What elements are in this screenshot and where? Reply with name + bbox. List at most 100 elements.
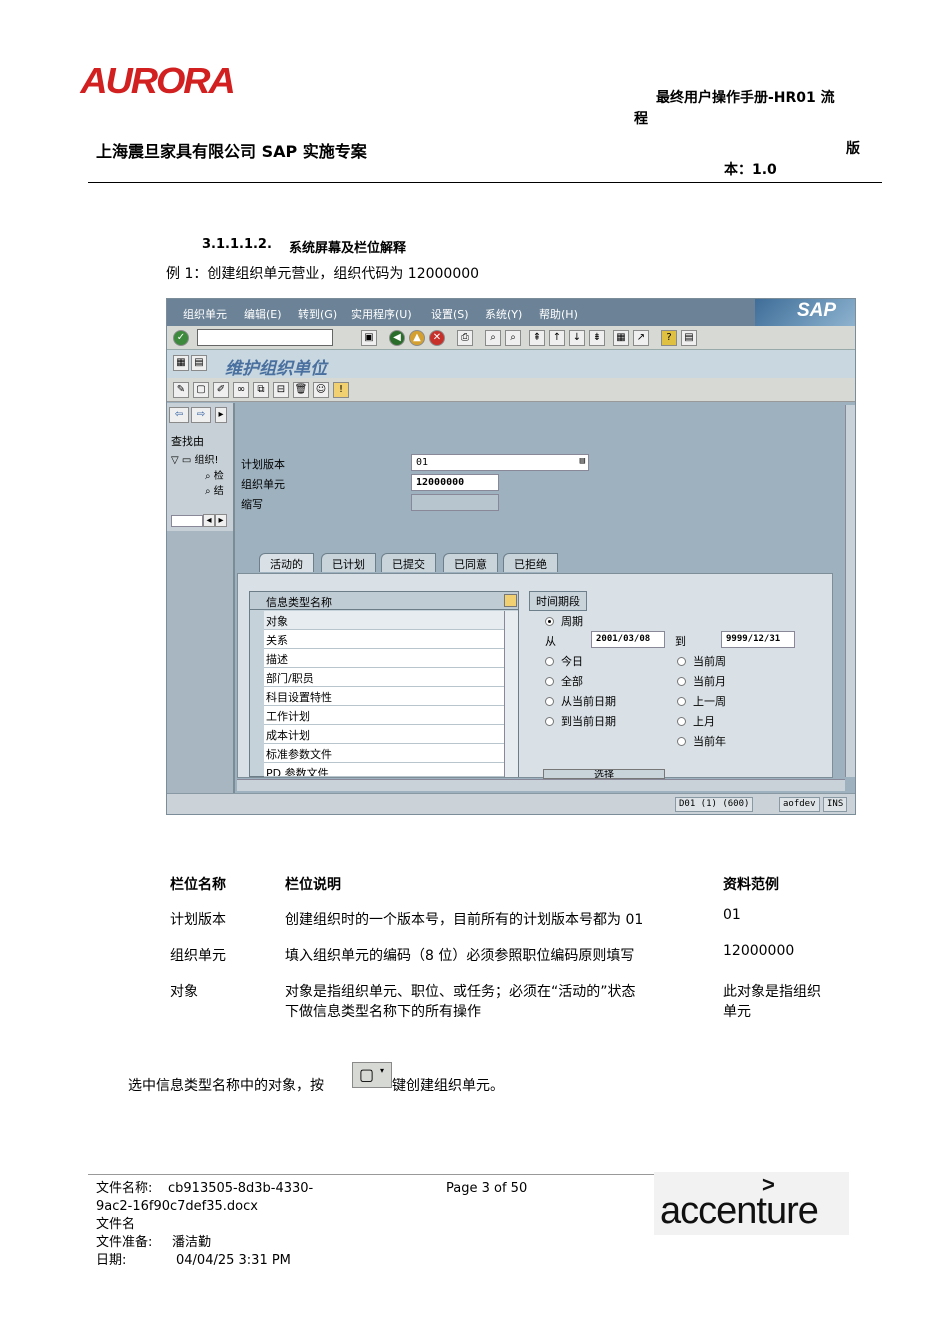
arrow-left-icon[interactable]: ⇦ — [169, 407, 189, 423]
from-label: 从 — [545, 635, 556, 648]
option-today: 今日 — [561, 655, 583, 668]
delete-icon[interactable]: 🗑 — [293, 382, 309, 398]
scroll-left-icon[interactable]: ◂ — [203, 514, 215, 527]
back-icon[interactable]: ◀ — [389, 330, 405, 346]
create-button[interactable]: ▢ ▾ — [352, 1062, 392, 1088]
system-info: D01 (1) (600) — [675, 797, 754, 812]
radio-last-month[interactable] — [677, 717, 686, 726]
menu-org-unit[interactable]: 组织单元 — [183, 306, 227, 322]
date-label: 日期: — [96, 1253, 127, 1268]
menu-goto[interactable]: 转到(G) — [298, 306, 337, 322]
tree-child-structure[interactable]: ⌕ 结 — [205, 482, 224, 497]
menu-utilities[interactable]: 实用程序(U) — [351, 306, 412, 322]
main-vscroll[interactable] — [845, 405, 855, 777]
edit-icon[interactable]: ✐ — [213, 382, 229, 398]
select-button[interactable]: 选择 — [543, 769, 665, 779]
overview-icon[interactable]: ▦ — [173, 355, 189, 371]
save-icon[interactable]: ▣ — [361, 330, 377, 346]
radio-today[interactable] — [545, 657, 554, 666]
grid-row[interactable]: 部门/职员 — [264, 668, 504, 687]
first-page-icon[interactable]: ⇞ — [529, 330, 545, 346]
accenture-wordmark: accenture — [660, 1190, 819, 1232]
command-field[interactable] — [197, 329, 333, 346]
radio-last-week[interactable] — [677, 697, 686, 706]
grid-row[interactable]: 关系 — [264, 630, 504, 649]
period-box: 时间期段 周期 从 2001/03/08 到 9999/12/31 今日 全部 … — [529, 591, 803, 779]
tree-child-search[interactable]: ⌕ 检 — [205, 467, 224, 482]
shortcut-icon[interactable]: ↗ — [633, 330, 649, 346]
tab-planned[interactable]: 已计划 — [321, 553, 376, 572]
accenture-logo: > accenture — [654, 1172, 849, 1235]
find-next-icon[interactable]: ⌕ — [505, 330, 521, 346]
radio-all[interactable] — [545, 677, 554, 686]
radio-current-month[interactable] — [677, 677, 686, 686]
tab-rejected[interactable]: 已拒绝 — [503, 553, 558, 572]
left-hscroll[interactable] — [171, 515, 203, 527]
grid-settings-icon[interactable] — [504, 594, 517, 607]
help-icon[interactable]: ? — [661, 330, 677, 346]
radio-current-year[interactable] — [677, 737, 686, 746]
prepared-label: 文件准备: — [96, 1235, 153, 1250]
grid-row[interactable]: 工作计划 — [264, 706, 504, 725]
to-date-field[interactable]: 9999/12/31 — [721, 631, 795, 648]
grid-row[interactable]: PD 参数文件 — [264, 763, 504, 777]
row3-example-cont: 单元 — [723, 1004, 751, 1020]
list-icon[interactable]: ▤ — [191, 355, 207, 371]
row3-example: 此对象是指组织 — [723, 984, 821, 1000]
option-current-month: 当前月 — [693, 675, 726, 688]
grid-row[interactable]: 标准参数文件 — [264, 744, 504, 763]
print-icon[interactable]: ⎙ — [457, 330, 473, 346]
tab-active[interactable]: 活动的 — [259, 553, 314, 572]
layout-icon[interactable]: ▤ — [681, 330, 697, 346]
next-page-icon[interactable]: ↓ — [569, 330, 585, 346]
row1-desc: 创建组织时的一个版本号，目前所有的计划版本号都为 01 — [285, 912, 644, 928]
prev-page-icon[interactable]: ↑ — [549, 330, 565, 346]
find-icon[interactable]: ⌕ — [485, 330, 501, 346]
tree-root[interactable]: ▽ ▭ 组织! — [171, 451, 219, 466]
option-last-month: 上月 — [693, 715, 715, 728]
display-icon[interactable]: ∞ — [233, 382, 249, 398]
grid-row[interactable]: 描述 — [264, 649, 504, 668]
version-label: 版 — [846, 141, 860, 157]
main-hscroll[interactable] — [237, 779, 845, 791]
row3-desc: 对象是指组织单元、职位、或任务；必须在“活动的”状态 — [285, 984, 636, 1000]
enter-icon[interactable]: ✓ — [173, 330, 189, 346]
grid-row[interactable]: 对象 — [264, 611, 504, 630]
sap-screenshot: 组织单元 编辑(E) 转到(G) 实用程序(U) 设置(S) 系统(Y) 帮助(… — [166, 298, 856, 815]
change-icon[interactable]: ✎ — [173, 382, 189, 398]
menu-system[interactable]: 系统(Y) — [485, 306, 522, 322]
row3-name: 对象 — [170, 984, 198, 1000]
radio-to-current[interactable] — [545, 717, 554, 726]
tab-submitted[interactable]: 已提交 — [381, 553, 436, 572]
arrow-right-icon[interactable]: ⇨ — [191, 407, 211, 423]
radio-period[interactable] — [545, 617, 554, 626]
tab-approved[interactable]: 已同意 — [443, 553, 498, 572]
from-date-field[interactable]: 2001/03/08 — [591, 631, 665, 648]
abbrev-field[interactable] — [411, 494, 499, 511]
exit-icon[interactable]: ▲ — [409, 330, 425, 346]
grid-row[interactable]: 科目设置特性 — [264, 687, 504, 706]
org-unit-field[interactable]: 12000000 — [411, 474, 499, 491]
menu-settings[interactable]: 设置(S) — [431, 306, 469, 322]
menu-edit[interactable]: 编辑(E) — [244, 306, 282, 322]
grid-row[interactable]: 成本计划 — [264, 725, 504, 744]
cancel-icon[interactable]: ✕ — [429, 330, 445, 346]
menu-help[interactable]: 帮助(H) — [539, 306, 578, 322]
scroll-right-icon[interactable]: ▸ — [215, 514, 227, 527]
version-value: 本：1.0 — [724, 162, 777, 178]
user-icon[interactable]: ☺ — [313, 382, 329, 398]
last-page-icon[interactable]: ⇟ — [589, 330, 605, 346]
radio-from-current[interactable] — [545, 697, 554, 706]
info-icon[interactable]: ! — [333, 382, 349, 398]
delimit-icon[interactable]: ⊟ — [273, 382, 289, 398]
radio-current-week[interactable] — [677, 657, 686, 666]
tree-child2-label: 结 — [213, 486, 224, 497]
sap-standard-toolbar: ✓ ▣ ◀ ▲ ✕ ⎙ ⌕ ⌕ ⇞ ↑ ↓ ⇟ ▦ ↗ ? ▤ — [167, 326, 855, 350]
col-header-name: 栏位名称 — [170, 877, 226, 893]
expand-icon[interactable]: ▸ — [215, 407, 227, 423]
new-session-icon[interactable]: ▦ — [613, 330, 629, 346]
copy-icon[interactable]: ⧉ — [253, 382, 269, 398]
plan-version-field[interactable]: 01 ▤ — [411, 454, 589, 471]
create-icon[interactable]: ▢ — [193, 382, 209, 398]
grid-scrollbar[interactable] — [504, 611, 518, 777]
